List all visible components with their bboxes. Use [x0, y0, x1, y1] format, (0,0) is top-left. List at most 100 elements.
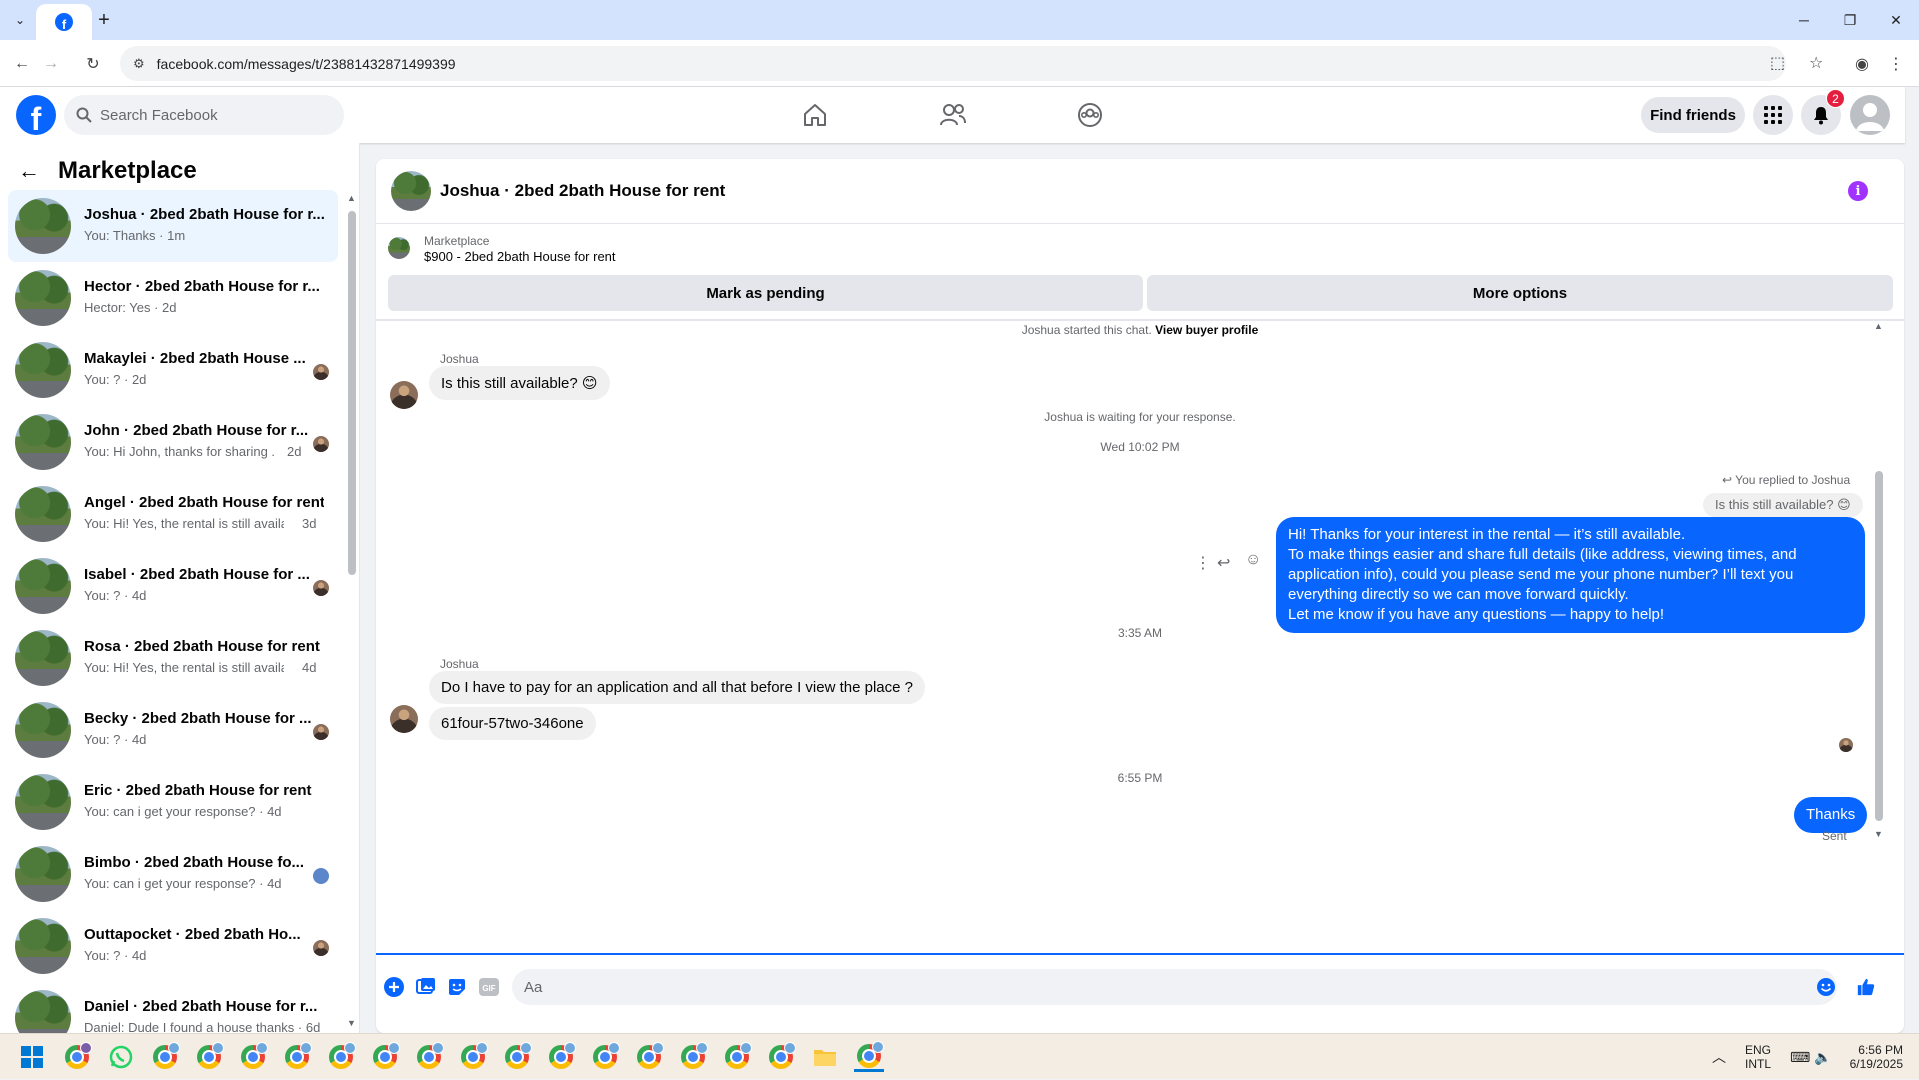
thread-scroll-up-icon[interactable]: ▲ — [1874, 321, 1883, 331]
scroll-down-arrow-icon[interactable]: ▼ — [347, 1018, 356, 1028]
install-app-icon[interactable]: ⬚ — [1770, 53, 1785, 73]
bookmark-star-icon[interactable]: ☆ — [1809, 53, 1823, 73]
view-buyer-profile-link[interactable]: View buyer profile — [1155, 323, 1258, 337]
tab-search-button[interactable]: ⌄ — [9, 9, 31, 31]
volume-icon[interactable]: 🔈 — [1814, 1034, 1831, 1080]
listing-price-title[interactable]: $900 - 2bed 2bath House for rent — [424, 249, 616, 264]
chrome-icon[interactable] — [370, 1042, 400, 1072]
more-actions-icon[interactable]: ⋮ — [1195, 553, 1211, 573]
reply-quote[interactable]: Is this still available? 😊 — [1703, 493, 1863, 517]
outgoing-message[interactable]: Thanks — [1794, 797, 1868, 833]
conversation-item-john[interactable]: John · 2bed 2bath House for r... You: Hi… — [8, 406, 338, 478]
thread-scroll-down-icon[interactable]: ▼ — [1874, 829, 1883, 839]
info-icon[interactable]: i — [1848, 181, 1868, 201]
conversation-snippet: You: Hi! Yes, the rental is still availa… — [84, 660, 284, 675]
conversation-item-joshua[interactable]: Joshua · 2bed 2bath House for r... You: … — [8, 190, 338, 262]
tray-overflow-icon[interactable]: ︿ — [1712, 1034, 1726, 1080]
chat-listing-thumbnail[interactable] — [391, 171, 431, 211]
facebook-logo-icon[interactable]: f — [16, 95, 56, 135]
incoming-message[interactable]: 61four-57two-346one — [429, 707, 596, 740]
search-icon — [76, 107, 92, 123]
close-window-icon[interactable]: ✕ — [1873, 6, 1919, 34]
reload-icon[interactable]: ↻ — [79, 50, 107, 78]
conversation-item-isabel[interactable]: Isabel · 2bed 2bath House for ... You: ?… — [8, 550, 338, 622]
chrome-icon[interactable] — [678, 1042, 708, 1072]
clock[interactable]: 6:56 PM 6/19/2025 — [1843, 1034, 1903, 1080]
chrome-icon[interactable] — [150, 1042, 180, 1072]
conversation-item-angel[interactable]: Angel · 2bed 2bath House for rent You: H… — [8, 478, 338, 550]
new-tab-icon[interactable]: + — [92, 8, 116, 32]
outgoing-message[interactable]: Hi! Thanks for your interest in the rent… — [1276, 517, 1865, 633]
photo-icon[interactable] — [416, 977, 436, 997]
reply-icon[interactable]: ↩ — [1217, 553, 1230, 573]
chrome-icon[interactable] — [326, 1042, 356, 1072]
friends-icon[interactable] — [933, 95, 973, 135]
mark-as-pending-button[interactable]: Mark as pending — [388, 275, 1143, 311]
chrome-icon[interactable] — [546, 1042, 576, 1072]
chrome-profile-icon[interactable] — [62, 1042, 92, 1072]
more-options-button[interactable]: More options — [1147, 275, 1893, 311]
sticker-icon[interactable] — [447, 977, 467, 997]
chrome-icon[interactable] — [458, 1042, 488, 1072]
windows-start-icon[interactable] — [17, 1042, 47, 1072]
chrome-icon[interactable] — [282, 1042, 312, 1072]
message-input-box[interactable] — [512, 969, 1837, 1005]
address-bar[interactable]: ⚙ facebook.com/messages/t/23881432871499… — [120, 46, 1823, 81]
react-emoji-icon[interactable]: ☺ — [1245, 551, 1261, 569]
chrome-icon[interactable] — [722, 1042, 752, 1072]
thread-scrollbar[interactable] — [1875, 471, 1883, 821]
browser-toolbar: ← → ↻ ⚙ facebook.com/messages/t/23881432… — [0, 40, 1919, 87]
conversation-item-rosa[interactable]: Rosa · 2bed 2bath House for rent You: Hi… — [8, 622, 338, 694]
sidebar-scrollbar[interactable] — [348, 211, 356, 575]
account-avatar[interactable] — [1850, 95, 1890, 135]
emoji-icon[interactable] — [1816, 977, 1836, 997]
find-friends-button[interactable]: Find friends — [1641, 97, 1745, 133]
chrome-active-icon[interactable] — [854, 1040, 884, 1072]
chrome-icon[interactable] — [634, 1042, 664, 1072]
search-input[interactable] — [100, 106, 320, 124]
profile-icon[interactable]: ◉ — [1848, 50, 1876, 78]
browser-menu-icon[interactable]: ⋮ — [1882, 50, 1910, 78]
menu-grid-icon[interactable] — [1753, 95, 1793, 135]
chrome-icon[interactable] — [194, 1042, 224, 1072]
chat-panel: Joshua · 2bed 2bath House for rent i Mar… — [376, 159, 1904, 1033]
incoming-message[interactable]: Do I have to pay for an application and … — [429, 671, 925, 704]
conversation-item-makaylei[interactable]: Makaylei · 2bed 2bath House ... You: ? ·… — [8, 334, 338, 406]
incoming-message[interactable]: Is this still available? 😊 — [429, 366, 610, 400]
like-thumbs-up-icon[interactable] — [1856, 977, 1876, 997]
conversation-item-eric[interactable]: Eric · 2bed 2bath House for rent You: ca… — [8, 766, 338, 838]
minimize-icon[interactable]: ─ — [1781, 6, 1827, 34]
chrome-icon[interactable] — [590, 1042, 620, 1072]
conversation-item-bimbo[interactable]: Bimbo · 2bed 2bath House fo... You: can … — [8, 838, 338, 910]
conversation-item-outtapocket[interactable]: Outtapocket · 2bed 2bath Ho... You: ? · … — [8, 910, 338, 982]
forward-icon[interactable]: → — [37, 50, 65, 78]
groups-icon[interactable] — [1070, 95, 1110, 135]
conversation-sidebar: ← Marketplace Joshua · 2bed 2bath House … — [0, 143, 360, 1046]
chrome-icon[interactable] — [238, 1042, 268, 1072]
site-settings-icon[interactable]: ⚙ — [133, 56, 145, 72]
conversation-title: Bimbo · 2bed 2bath House fo... — [84, 854, 305, 871]
message-line: Let me know if you have any questions — … — [1288, 606, 1665, 623]
chrome-icon[interactable] — [414, 1042, 444, 1072]
chat-title[interactable]: Joshua · 2bed 2bath House for rent — [440, 181, 725, 201]
conversation-item-becky[interactable]: Becky · 2bed 2bath House for ... You: ? … — [8, 694, 338, 766]
whatsapp-icon[interactable] — [106, 1042, 136, 1072]
message-input[interactable] — [524, 978, 1804, 996]
restore-icon[interactable]: ❐ — [1827, 6, 1873, 34]
scroll-up-arrow-icon[interactable]: ▲ — [347, 193, 356, 203]
network-icon[interactable]: ⌨ — [1790, 1034, 1810, 1080]
file-explorer-icon[interactable] — [810, 1042, 840, 1072]
chrome-icon[interactable] — [502, 1042, 532, 1072]
conversation-item-hector[interactable]: Hector · 2bed 2bath House for r... Hecto… — [8, 262, 338, 334]
seen-avatar — [313, 364, 329, 380]
language-indicator[interactable]: ENG INTL — [1745, 1034, 1771, 1080]
back-icon[interactable]: ← — [8, 50, 36, 78]
gif-icon[interactable]: GIF — [479, 977, 499, 997]
chrome-icon[interactable] — [766, 1042, 796, 1072]
search-box[interactable] — [64, 95, 344, 135]
seen-avatar — [1839, 738, 1853, 752]
home-icon[interactable] — [795, 95, 835, 135]
browser-tab-facebook[interactable]: f — [36, 4, 92, 40]
plus-icon[interactable] — [384, 977, 404, 997]
back-arrow-icon[interactable]: ← — [18, 158, 40, 184]
